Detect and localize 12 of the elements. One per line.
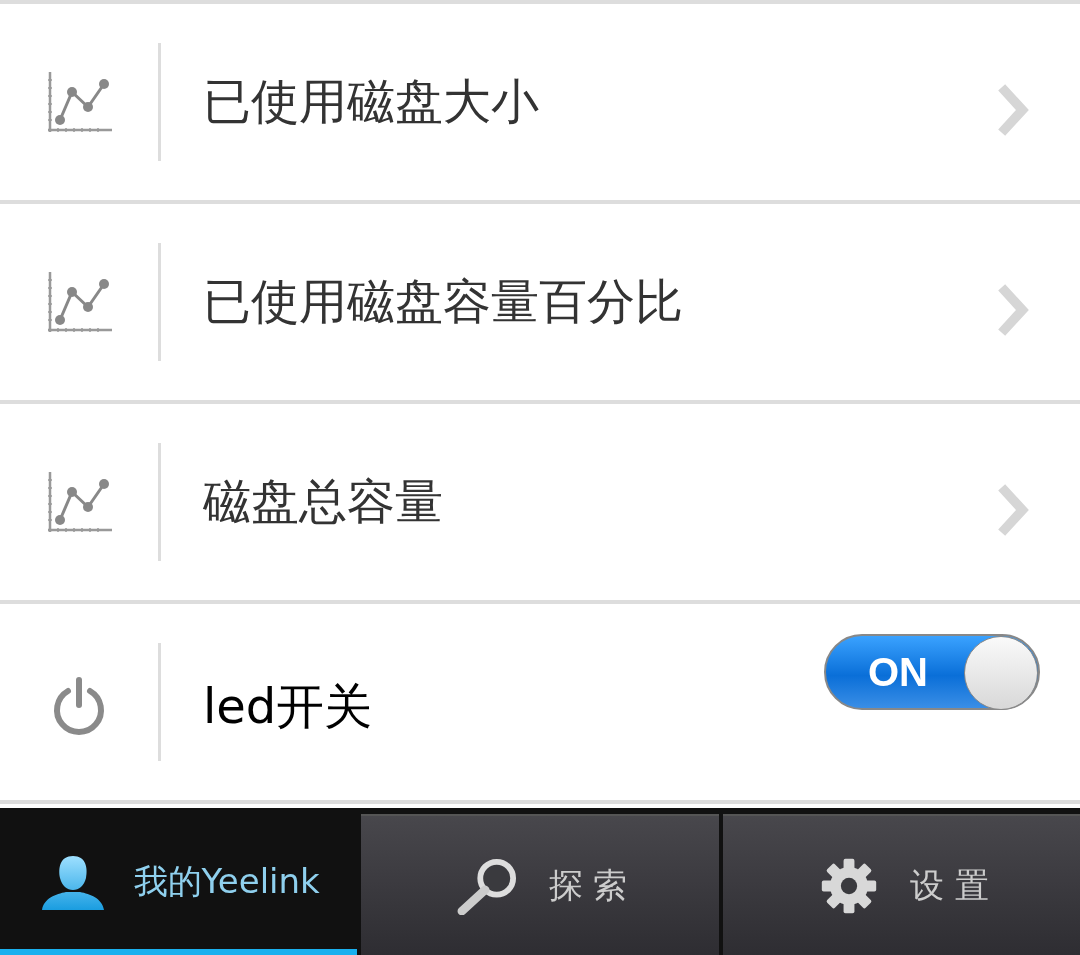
toggle-switch[interactable]: ON xyxy=(824,634,1040,710)
chart-icon xyxy=(46,470,112,534)
item-label: 磁盘总容量 xyxy=(203,472,443,531)
item-label: 已使用磁盘大小 xyxy=(203,72,539,131)
item-label: 已使用磁盘容量百分比 xyxy=(203,272,683,331)
tab[interactable]: 设 置 xyxy=(722,814,1080,955)
chart-icon xyxy=(46,70,112,134)
power-icon xyxy=(51,677,107,737)
item-label: led开关 xyxy=(203,677,373,736)
chart-icon xyxy=(46,270,112,334)
tab[interactable]: 探 索 xyxy=(361,814,719,955)
switch-label: ON xyxy=(868,649,928,695)
